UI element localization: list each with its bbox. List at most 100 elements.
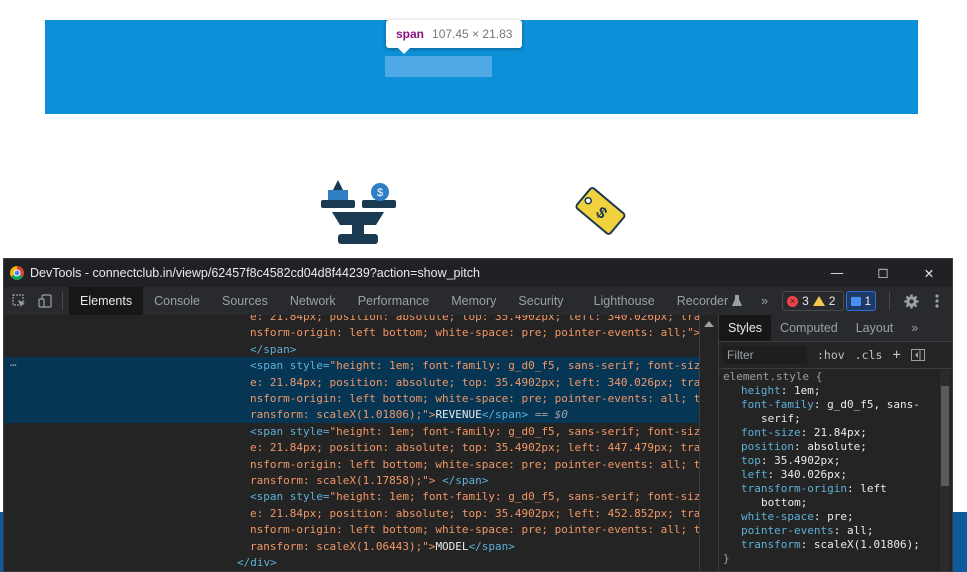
styles-filter-input[interactable]: Filter	[723, 346, 807, 364]
new-style-rule-button[interactable]: +	[892, 347, 900, 363]
tab-computed[interactable]: Computed	[771, 315, 847, 341]
dom-tree-line[interactable]: nsform-origin: left bottom; white-space:…	[250, 391, 699, 407]
styles-scrollbar[interactable]	[940, 370, 950, 571]
style-declaration[interactable]: white-space: pre;	[723, 510, 938, 524]
message-count: 1	[864, 294, 872, 308]
more-sidebar-tabs-button[interactable]: »	[902, 315, 927, 341]
attribute-value-token: nsform-origin: left bottom; white-space:…	[250, 523, 699, 537]
element-style-rule[interactable]: element.style { height: 1em; font-family:…	[723, 370, 938, 566]
style-declaration[interactable]: font-size: 21.84px;	[723, 426, 938, 440]
device-toolbar-button[interactable]	[34, 290, 56, 312]
maximize-button[interactable]: ☐	[860, 259, 906, 287]
scrollbar-thumb[interactable]	[941, 386, 949, 486]
tab-security[interactable]: Security	[507, 287, 574, 315]
style-declaration[interactable]: pointer-events: all;	[723, 524, 938, 538]
dom-tree-line[interactable]: ransform: scaleX(1.01806);">REVENUE</spa…	[250, 407, 568, 423]
attribute-value-token: "height: 1em; font-family: g_d0_f5, sans…	[329, 359, 699, 373]
close-icon: ✕	[923, 266, 935, 281]
warning-icon	[812, 296, 825, 306]
dom-tree-line[interactable]: <span style="height: 1em; font-family: g…	[250, 489, 699, 505]
style-property-name: height	[741, 384, 781, 397]
style-declaration[interactable]: font-family: g_d0_f5, sans-	[723, 398, 938, 412]
style-property-name: white-space	[741, 510, 814, 523]
style-declaration[interactable]: bottom;	[723, 496, 938, 510]
tag-token: </span>	[250, 342, 297, 356]
tooltip-tag: span	[396, 27, 425, 41]
style-declaration[interactable]: serif;	[723, 412, 938, 426]
inspect-element-button[interactable]	[8, 290, 30, 312]
dom-tree-line[interactable]: ransform: scaleX(1.06443);">MODEL</span>	[250, 539, 515, 555]
more-tabs-button[interactable]: »	[753, 294, 776, 308]
tab-layout[interactable]: Layout	[847, 315, 903, 341]
dom-tree-line[interactable]: e: 21.84px; position: absolute; top: 35.…	[250, 440, 699, 456]
style-declaration[interactable]: height: 1em;	[723, 384, 938, 398]
issues-counter[interactable]: × 3 2	[782, 291, 845, 311]
settings-button[interactable]	[900, 290, 922, 312]
close-tag: </span>	[442, 474, 489, 487]
style-property-value: serif;	[761, 412, 801, 425]
pane-splitter[interactable]	[699, 315, 718, 571]
close-tag: </span>	[468, 539, 515, 553]
dom-tree-line[interactable]: e: 21.84px; position: absolute; top: 35.…	[250, 315, 699, 325]
error-icon: ×	[787, 295, 799, 307]
attribute-value-token: ransform: scaleX(1.06443);">	[250, 539, 436, 553]
style-property-name: font-size	[741, 426, 801, 439]
class-toggle[interactable]: .cls	[855, 348, 883, 362]
style-property-value: 35.4902px;	[774, 454, 841, 467]
style-declaration[interactable]: top: 35.4902px;	[723, 454, 938, 468]
devtools-window: DevTools - connectclub.in/viewp/62457f8c…	[3, 258, 953, 572]
tab-elements[interactable]: Elements	[69, 287, 144, 315]
dom-tree-line[interactable]: nsform-origin: left bottom; white-space:…	[250, 457, 699, 473]
dom-tree-line[interactable]: <span style="height: 1em; font-family: g…	[250, 358, 699, 374]
computed-sidebar-toggle-icon[interactable]	[910, 349, 925, 361]
tag-token: <span style=	[250, 490, 330, 504]
tab-network[interactable]: Network	[279, 287, 347, 315]
styles-tabbar: Styles Computed Layout »	[719, 315, 952, 342]
style-declaration[interactable]: transform-origin: left	[723, 482, 938, 496]
dom-tree-line[interactable]: nsform-origin: left bottom; white-space:…	[250, 522, 699, 538]
style-property-value: scaleX(1.01806);	[813, 538, 920, 551]
attribute-value-token: ransform: scaleX(1.01806);">	[250, 408, 436, 422]
price-tag-icon: $	[575, 187, 626, 235]
error-count: 3	[802, 294, 809, 308]
style-property-value: 1em;	[794, 384, 821, 397]
tab-performance[interactable]: Performance	[347, 287, 441, 315]
devtools-tabbar: Elements Console Sources Network Perform…	[4, 287, 952, 316]
minimize-button[interactable]: —	[814, 259, 860, 287]
style-property-name: top	[741, 454, 761, 467]
style-declaration[interactable]: transform: scaleX(1.01806);	[723, 538, 938, 552]
dom-tree-line[interactable]: e: 21.84px; position: absolute; top: 35.…	[250, 506, 699, 522]
elements-tree[interactable]: … e: 21.84px; position: absolute; top: 3…	[4, 315, 699, 571]
minimize-icon: —	[830, 266, 844, 280]
hover-state-toggle[interactable]: :hov	[817, 348, 845, 362]
style-declaration[interactable]: position: absolute;	[723, 440, 938, 454]
dom-tree-line[interactable]: e: 21.84px; position: absolute; top: 35.…	[250, 375, 699, 391]
style-property-name: transform-origin	[741, 482, 847, 495]
dom-tree-line[interactable]: nsform-origin: left bottom; white-space:…	[250, 325, 699, 341]
attribute-value-token: nsform-origin: left bottom; white-space:…	[250, 457, 699, 471]
tab-styles[interactable]: Styles	[719, 315, 772, 341]
tab-recorder[interactable]: Recorder	[666, 287, 753, 315]
tab-lighthouse[interactable]: Lighthouse	[583, 287, 666, 315]
customize-menu-button[interactable]	[926, 290, 948, 312]
node-ellipsis[interactable]: …	[10, 356, 17, 369]
dom-tree-line[interactable]: ransform: scaleX(1.17858);"> </span>	[250, 473, 488, 489]
tag-token: <span style=	[250, 359, 330, 373]
dom-tree-line[interactable]: </div>	[237, 555, 277, 571]
tab-console[interactable]: Console	[143, 287, 211, 315]
styles-sidebar: Styles Computed Layout » Filter :hov .cl…	[718, 315, 952, 571]
warning-count: 2	[828, 294, 836, 308]
devtools-titlebar: DevTools - connectclub.in/viewp/62457f8c…	[4, 259, 952, 287]
tab-memory[interactable]: Memory	[440, 287, 507, 315]
close-button[interactable]: ✕	[906, 259, 952, 287]
messages-counter[interactable]: 1	[846, 291, 877, 311]
select-element-icon	[12, 294, 25, 307]
dom-tree-line[interactable]: <span style="height: 1em; font-family: g…	[250, 424, 699, 440]
tab-recorder-label: Recorder	[676, 294, 729, 308]
dom-tree-line[interactable]: </span>	[250, 342, 296, 358]
tab-sources[interactable]: Sources	[211, 287, 279, 315]
inspect-tooltip: span 107.45 × 21.83	[386, 20, 523, 54]
style-declaration[interactable]: left: 340.026px;	[723, 468, 938, 482]
style-property-value: 340.026px;	[780, 468, 847, 481]
style-property-name: font-family	[741, 398, 814, 411]
